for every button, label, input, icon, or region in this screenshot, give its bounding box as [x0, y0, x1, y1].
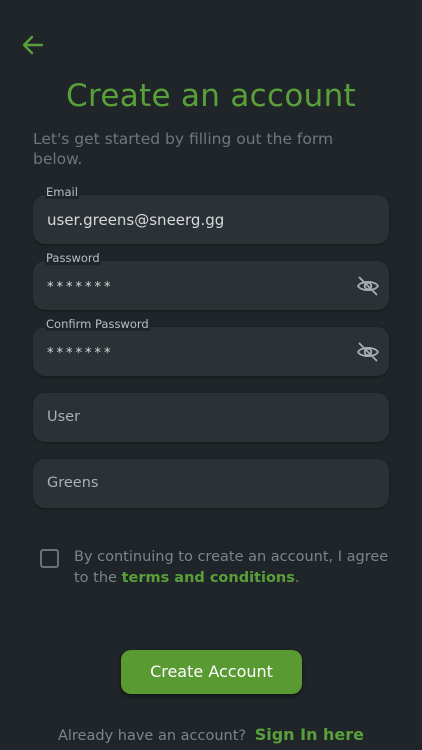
email-value[interactable]: user.greens@sneerg.gg [47, 211, 347, 229]
confirm-password-label: Confirm Password [45, 317, 150, 331]
sign-in-link[interactable]: Sign In here [255, 725, 364, 744]
confirm-password-visibility-toggle[interactable] [356, 340, 380, 364]
last-name-field[interactable]: Greens [33, 459, 389, 508]
password-label: Password [45, 251, 101, 265]
eye-off-icon [357, 276, 379, 296]
terms-checkbox[interactable] [40, 549, 59, 568]
email-label: Email [45, 185, 79, 199]
back-button[interactable] [18, 30, 48, 60]
first-name-field[interactable]: User [33, 393, 389, 442]
password-field[interactable]: Password ******* [33, 251, 389, 310]
page-subtitle: Let's get started by filling out the for… [33, 130, 334, 168]
password-value[interactable]: ******* [47, 280, 347, 295]
signin-row: Already have an account? Sign In here [0, 725, 422, 744]
password-visibility-toggle[interactable] [356, 274, 380, 298]
page-title: Create an account [66, 78, 356, 114]
last-name-value[interactable]: Greens [47, 475, 98, 491]
confirm-password-value[interactable]: ******* [47, 346, 347, 361]
first-name-value[interactable]: User [47, 409, 80, 425]
email-field[interactable]: Email user.greens@sneerg.gg [33, 185, 389, 244]
confirm-password-field[interactable]: Confirm Password ******* [33, 317, 389, 376]
create-account-button[interactable]: Create Account [121, 650, 302, 694]
terms-link[interactable]: terms and conditions [122, 570, 295, 586]
arrow-left-icon [22, 35, 44, 55]
eye-off-icon [357, 342, 379, 362]
terms-suffix: . [294, 570, 300, 586]
terms-text: By continuing to create an account, I ag… [74, 547, 394, 589]
have-account-text: Already have an account? [57, 728, 247, 744]
